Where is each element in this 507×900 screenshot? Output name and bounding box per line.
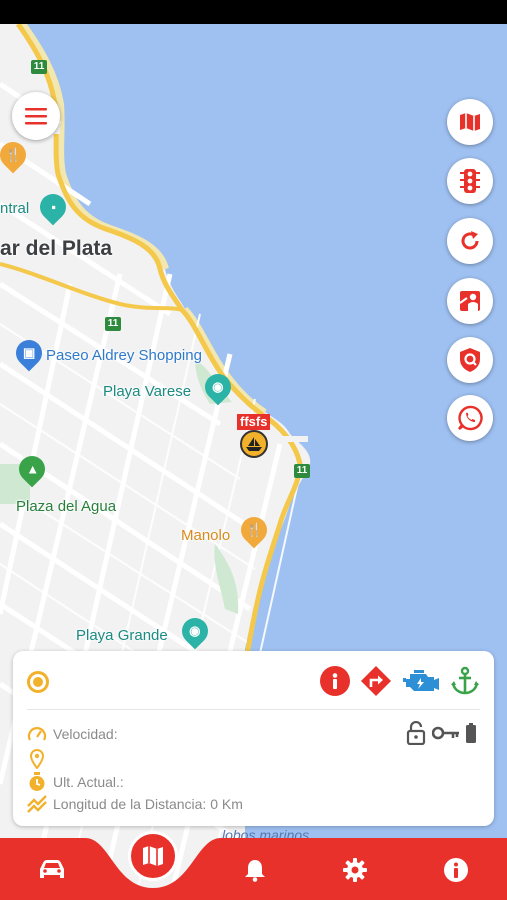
car-icon — [40, 860, 64, 878]
last-update-label: Ult. Actual.: — [53, 774, 124, 790]
nav-info[interactable] — [436, 854, 476, 886]
geofence-button[interactable] — [447, 337, 493, 383]
route-shield: 11 — [105, 317, 121, 331]
nav-settings[interactable] — [335, 854, 375, 886]
map-icon — [143, 846, 163, 866]
key-icon — [432, 726, 459, 740]
address-row — [27, 749, 53, 769]
gear-icon — [343, 858, 367, 882]
route-shield: 11 — [31, 60, 47, 74]
engine-icon — [403, 670, 439, 691]
speedometer-icon — [27, 727, 47, 741]
shield-pin-icon — [460, 348, 480, 372]
refresh-button[interactable] — [447, 218, 493, 264]
nav-alerts[interactable] — [235, 854, 275, 886]
speed-row: Velocidad: — [27, 724, 118, 744]
whatsapp-button[interactable] — [447, 395, 493, 441]
street-view-icon — [459, 291, 480, 311]
distance-row: Longitud de la Distancia: 0 Km — [27, 794, 243, 814]
traffic-button[interactable] — [447, 158, 493, 204]
panel-divider — [27, 709, 480, 710]
info-alert-icon[interactable] — [320, 666, 350, 696]
menu-button[interactable] — [12, 92, 60, 140]
route-shield: 11 — [294, 464, 310, 478]
refresh-icon — [461, 231, 479, 250]
traffic-light-icon — [460, 169, 480, 193]
battery-icon — [466, 723, 476, 743]
stopwatch-icon — [29, 772, 45, 791]
bell-icon — [245, 860, 265, 882]
last-update-row: Ult. Actual.: — [27, 772, 124, 792]
status-bar — [0, 0, 507, 24]
distance-label: Longitud de la Distancia: 0 Km — [53, 796, 243, 812]
place-label: Plaza del Agua — [16, 498, 117, 515]
boat-marker-icon[interactable] — [240, 430, 268, 458]
vehicle-name-label: ffsfs — [237, 414, 271, 430]
nav-map-button[interactable] — [128, 831, 178, 881]
location-pin-icon — [30, 749, 44, 769]
place-label: Manolo — [181, 527, 231, 544]
street-view-button[interactable] — [447, 278, 493, 324]
route-sign-icon[interactable] — [360, 665, 392, 697]
vehicle-info-panel: Velocidad: Ult. Actual.: Longitud de la … — [13, 651, 494, 826]
map-icon — [460, 113, 480, 131]
speed-label: Velocidad: — [53, 726, 118, 742]
hamburger-icon — [25, 108, 47, 125]
place-label: Paseo Aldrey Shopping — [46, 347, 202, 364]
distance-icon — [27, 795, 47, 813]
info-icon — [444, 858, 468, 882]
unlock-icon — [406, 721, 426, 745]
place-label: Playa Grande — [76, 627, 168, 644]
place-label: ntral — [0, 200, 30, 217]
map-layers-button[interactable] — [447, 99, 493, 145]
nav-vehicles[interactable] — [32, 854, 72, 886]
anchor-icon — [451, 666, 479, 695]
place-label: Playa Varese — [103, 383, 192, 400]
whatsapp-icon — [458, 405, 483, 431]
bottom-nav — [0, 838, 507, 900]
city-label: ar del Plata — [0, 237, 113, 260]
status-dot-icon — [27, 671, 49, 693]
